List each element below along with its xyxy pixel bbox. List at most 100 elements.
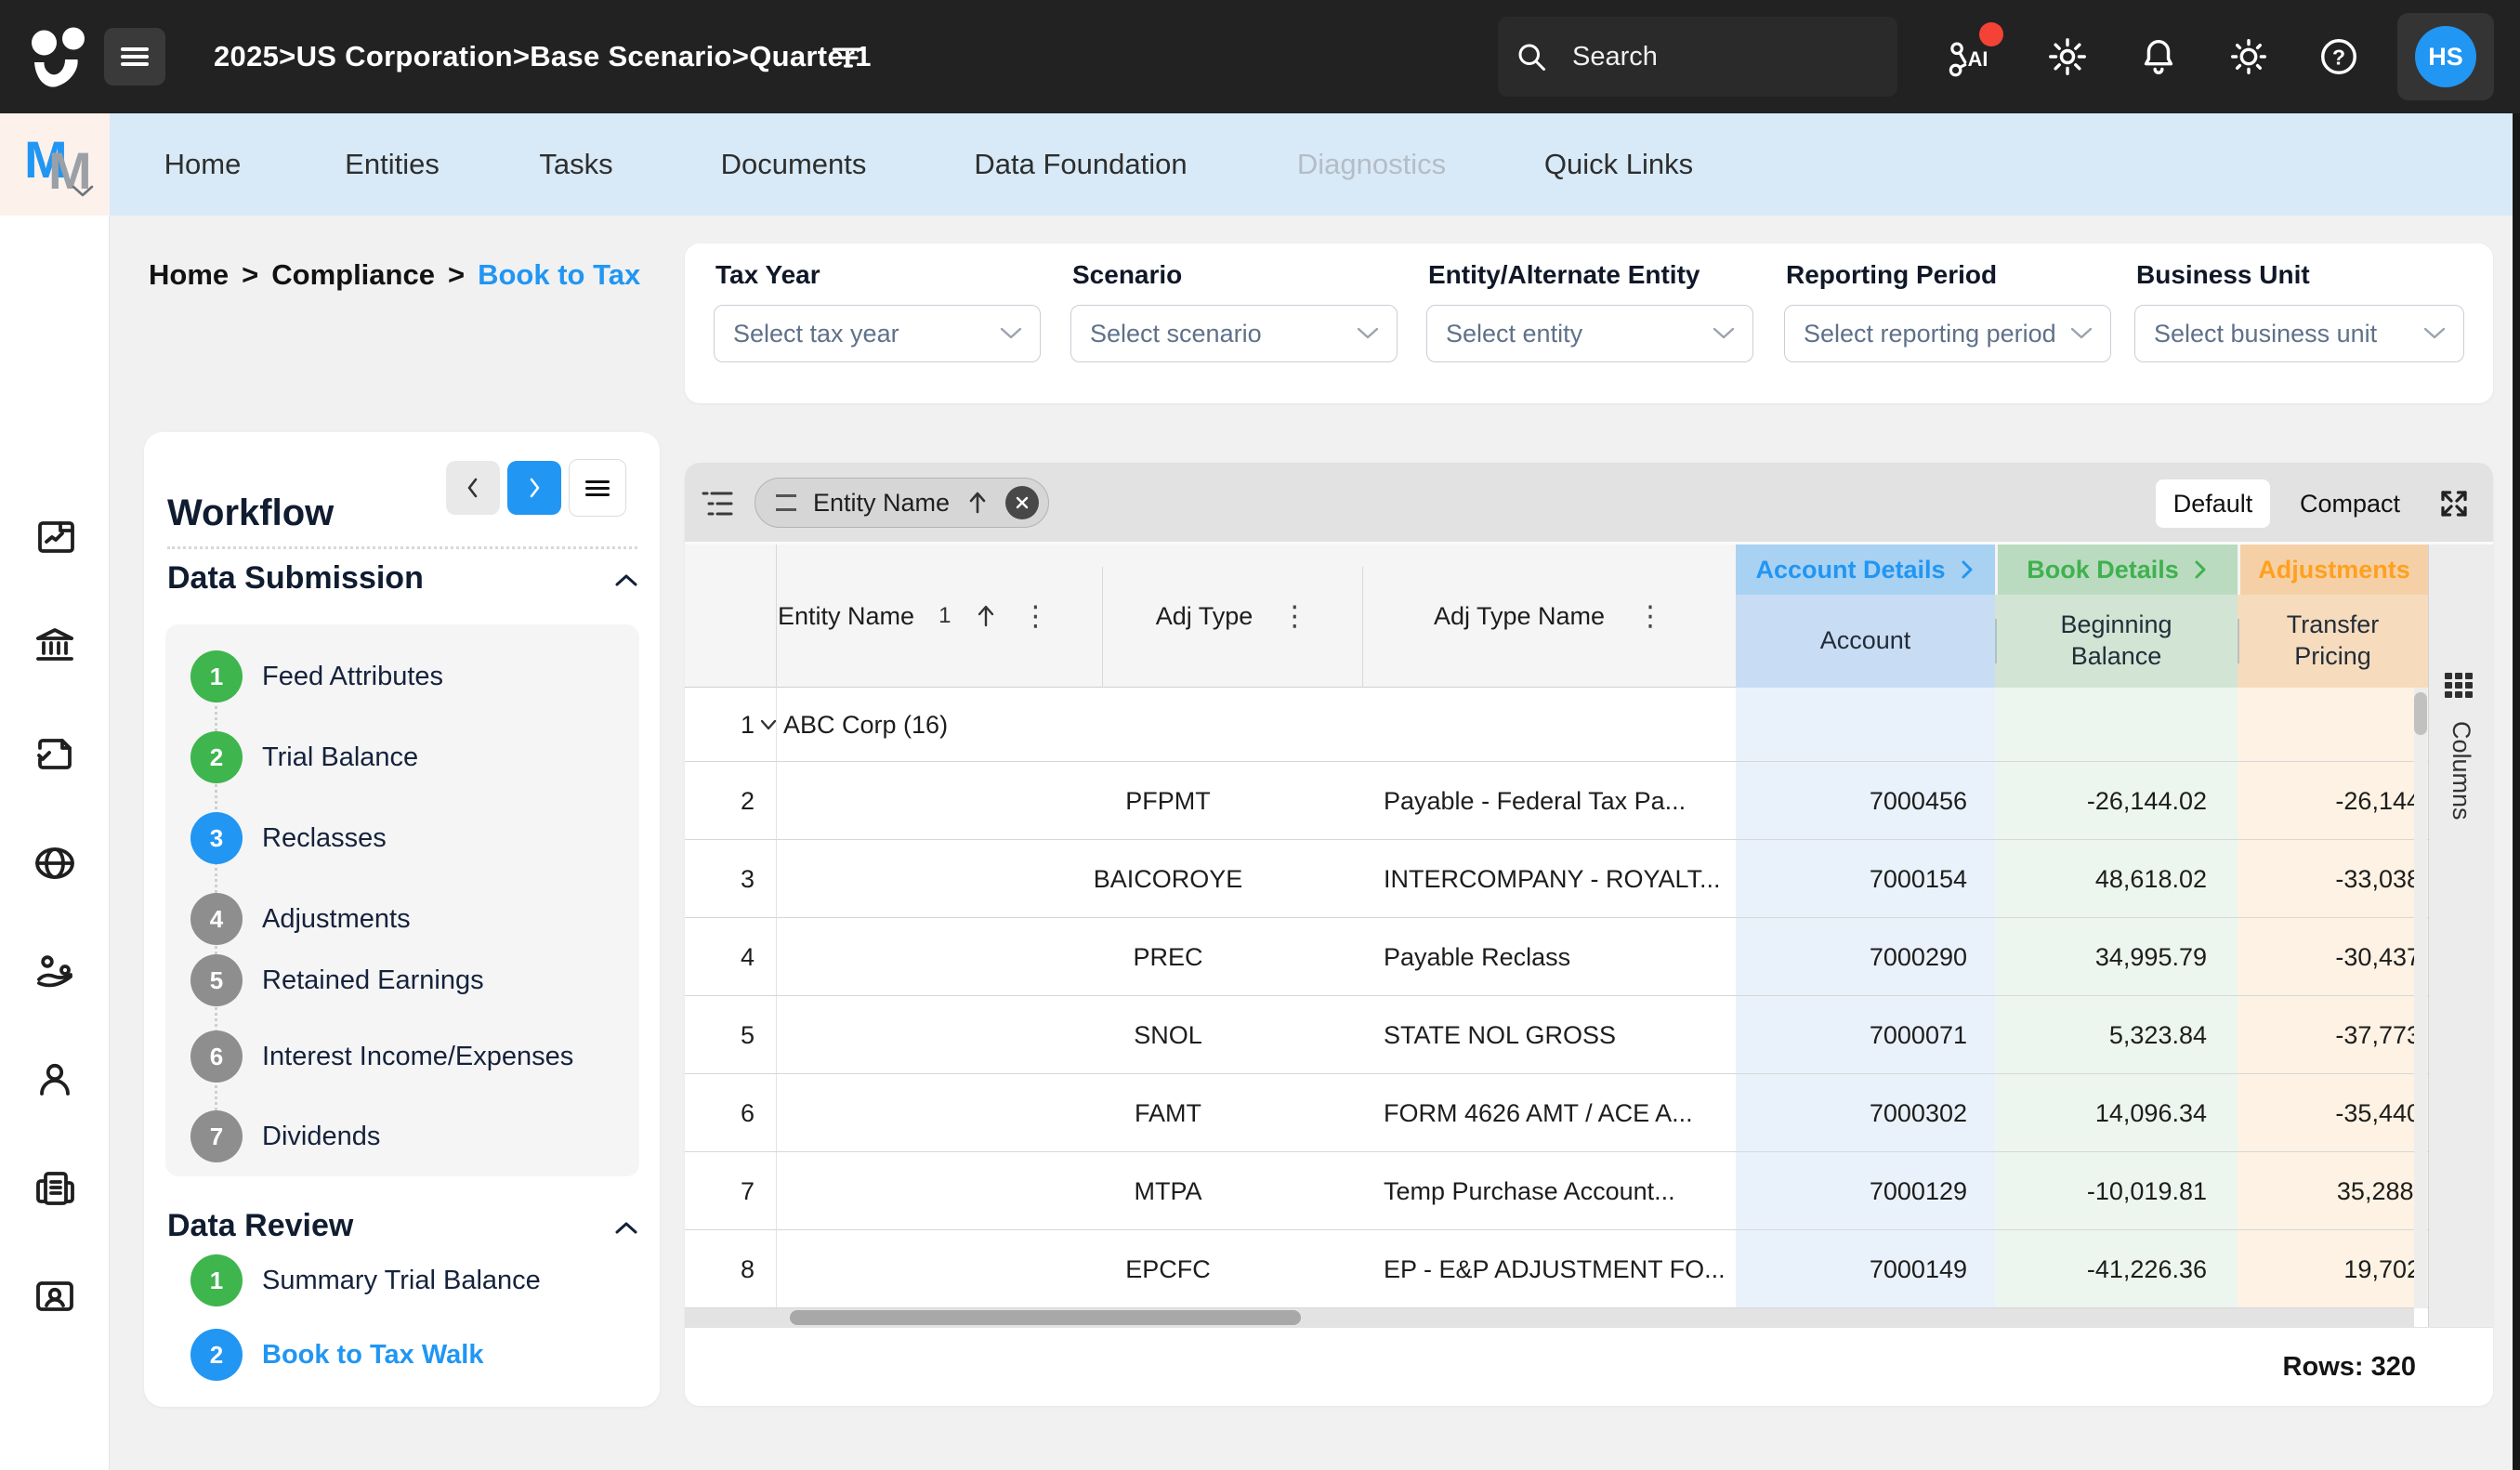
window-edge <box>2513 113 2520 1470</box>
view-compact-button[interactable]: Compact <box>2285 479 2415 528</box>
tab-data-foundation[interactable]: Data Foundation <box>974 113 1187 216</box>
rows-count: Rows: 320 <box>2283 1328 2416 1406</box>
rail-tasks-button[interactable] <box>0 727 110 782</box>
row-groups-icon[interactable] <box>700 487 735 520</box>
hand-person-icon <box>33 949 77 993</box>
breadcrumb-home[interactable]: Home <box>149 258 229 292</box>
section-title-data-submission: Data Submission <box>167 560 424 597</box>
help-icon: ? <box>2317 35 2360 78</box>
tab-tasks[interactable]: Tasks <box>539 113 612 216</box>
section-title-data-review: Data Review <box>167 1208 353 1244</box>
table-row[interactable]: 4PREC Payable Reclass7000290 34,995.79-3… <box>685 918 2428 996</box>
columns-grid-icon <box>2445 673 2476 701</box>
group-by-chip[interactable]: Entity Name <box>755 478 1049 528</box>
settings-button[interactable] <box>2030 0 2105 113</box>
group-header-book-details[interactable]: Book Details <box>1995 545 2238 595</box>
ai-assistant-button[interactable]: AI <box>1935 0 2009 113</box>
subheader-beginning-balance[interactable]: Beginning Balance <box>1995 595 2238 688</box>
tab-quick-links[interactable]: Quick Links <box>1544 113 1693 216</box>
chevron-down-icon <box>2069 326 2093 341</box>
group-row-label: ABC Corp (16) <box>783 688 948 762</box>
table-row[interactable]: 2PFPMT Payable - Federal Tax Pa...700045… <box>685 762 2428 840</box>
topbar: 2025>US Corporation>Base Scenario>Quarte… <box>0 0 2520 113</box>
columns-panel-tab[interactable]: Columns <box>2428 545 2493 1327</box>
entity-select[interactable]: Select entity <box>1426 305 1753 362</box>
breadcrumb-book-to-tax[interactable]: Book to Tax <box>478 258 640 292</box>
step-dividends[interactable]: 7Dividends <box>144 1110 660 1162</box>
workflow-title: Workflow <box>167 492 334 534</box>
vertical-scrollbar[interactable] <box>2414 688 2427 1308</box>
help-button[interactable]: ? <box>2302 0 2376 113</box>
workflow-next-button[interactable] <box>507 461 561 515</box>
rail-contacts-button[interactable] <box>0 1268 110 1324</box>
business-unit-select[interactable]: Select business unit <box>2134 305 2464 362</box>
header-adj-type[interactable]: Adj Type ⋮ <box>1102 545 1362 688</box>
step-book-to-tax-walk[interactable]: 2Book to Tax Walk <box>144 1329 660 1381</box>
sort-order-badge: 1 <box>938 603 951 629</box>
group-header-account-details[interactable]: Account Details <box>1736 545 1995 595</box>
table-row[interactable]: 7MTPA Temp Purchase Account...7000129 -1… <box>685 1152 2428 1230</box>
collapse-chevron-up-icon[interactable] <box>613 571 639 588</box>
subheader-account[interactable]: Account <box>1736 595 1995 688</box>
step-feed-attributes[interactable]: 1Feed Attributes <box>144 650 660 702</box>
reporting-period-select[interactable]: Select reporting period <box>1784 305 2111 362</box>
workflow-menu-button[interactable] <box>569 459 626 517</box>
sort-asc-arrow-icon[interactable] <box>966 490 989 516</box>
scenario-select[interactable]: Select scenario <box>1070 305 1398 362</box>
chevron-right-icon <box>1959 558 1975 581</box>
rail-report-button[interactable] <box>0 510 110 566</box>
sort-asc-arrow-icon[interactable] <box>975 603 997 629</box>
tab-entities[interactable]: Entities <box>345 113 440 216</box>
column-menu-icon[interactable]: ⋮ <box>1280 600 1308 633</box>
user-menu-button[interactable]: HS <box>2397 13 2494 100</box>
notification-dot <box>1979 22 2003 46</box>
product-logo-block[interactable]: M M <box>0 113 110 216</box>
context-path[interactable]: 2025>US Corporation>Base Scenario>Quarte… <box>214 0 872 113</box>
step-summary-trial-balance[interactable]: 1Summary Trial Balance <box>144 1254 660 1306</box>
user-icon <box>33 1057 77 1102</box>
collapse-chevron-up-icon[interactable] <box>613 1219 639 1236</box>
step-interest-income-expenses[interactable]: 6Interest Income/Expenses <box>144 1030 660 1083</box>
rail-ownership-button[interactable] <box>0 943 110 999</box>
column-menu-icon[interactable]: ⋮ <box>1021 600 1049 633</box>
group-header-adjustments[interactable]: Adjustments <box>2238 545 2428 595</box>
step-reclasses[interactable]: 3Reclasses <box>144 812 660 864</box>
svg-text:AI: AI <box>1968 47 1988 71</box>
vertical-scrollbar-thumb[interactable] <box>2414 692 2427 735</box>
search-input[interactable]: Search <box>1498 17 1897 97</box>
hamburger-menu-button[interactable] <box>104 28 165 85</box>
chip-remove-button[interactable] <box>1005 486 1039 519</box>
fullscreen-icon[interactable] <box>2437 487 2471 520</box>
rail-entity-button[interactable] <box>0 618 110 674</box>
tab-home[interactable]: Home <box>164 113 242 216</box>
workflow-prev-button[interactable] <box>446 461 500 515</box>
rail-global-button[interactable] <box>0 835 110 891</box>
column-menu-icon[interactable]: ⋮ <box>1636 600 1664 633</box>
header-entity-name[interactable]: Entity Name 1 ⋮ <box>778 545 1049 688</box>
view-default-button[interactable]: Default <box>2156 479 2270 528</box>
step-adjustments[interactable]: 4Adjustments <box>144 893 660 945</box>
rail-print-button[interactable] <box>0 1161 110 1216</box>
filter-label-entity: Entity/Alternate Entity <box>1428 260 1700 290</box>
horizontal-scrollbar-thumb[interactable] <box>790 1310 1301 1325</box>
tax-year-select[interactable]: Select tax year <box>714 305 1041 362</box>
step-trial-balance[interactable]: 2Trial Balance <box>144 731 660 783</box>
table-row[interactable]: 6FAMT FORM 4626 AMT / ACE A...7000302 14… <box>685 1074 2428 1152</box>
group-collapse-chevron-icon[interactable] <box>759 718 778 731</box>
table-row-group[interactable]: 1 ABC Corp (16) <box>685 688 2428 762</box>
grid-toolbar: Entity Name Default Compact <box>685 463 2493 545</box>
table-row[interactable]: 5SNOL STATE NOL GROSS7000071 5,323.84-37… <box>685 996 2428 1074</box>
drag-handle-icon[interactable] <box>776 494 796 511</box>
breadcrumb-compliance[interactable]: Compliance <box>271 258 435 292</box>
theme-toggle-button[interactable] <box>2212 0 2286 113</box>
hamburger-icon <box>121 44 149 71</box>
header-adj-type-name[interactable]: Adj Type Name ⋮ <box>1362 545 1736 688</box>
tab-documents[interactable]: Documents <box>721 113 867 216</box>
table-row[interactable]: 8EPCFC EP - E&P ADJUSTMENT FO...7000149 … <box>685 1230 2428 1308</box>
rail-users-button[interactable] <box>0 1052 110 1108</box>
step-retained-earnings[interactable]: 5Retained Earnings <box>144 954 660 1006</box>
notifications-button[interactable] <box>2121 0 2196 113</box>
subheader-transfer-pricing[interactable]: Transfer Pricing <box>2238 595 2428 688</box>
table-row[interactable]: 3BAICOROYE INTERCOMPANY - ROYALT...70001… <box>685 840 2428 918</box>
context-filter-icon[interactable] <box>830 41 867 72</box>
